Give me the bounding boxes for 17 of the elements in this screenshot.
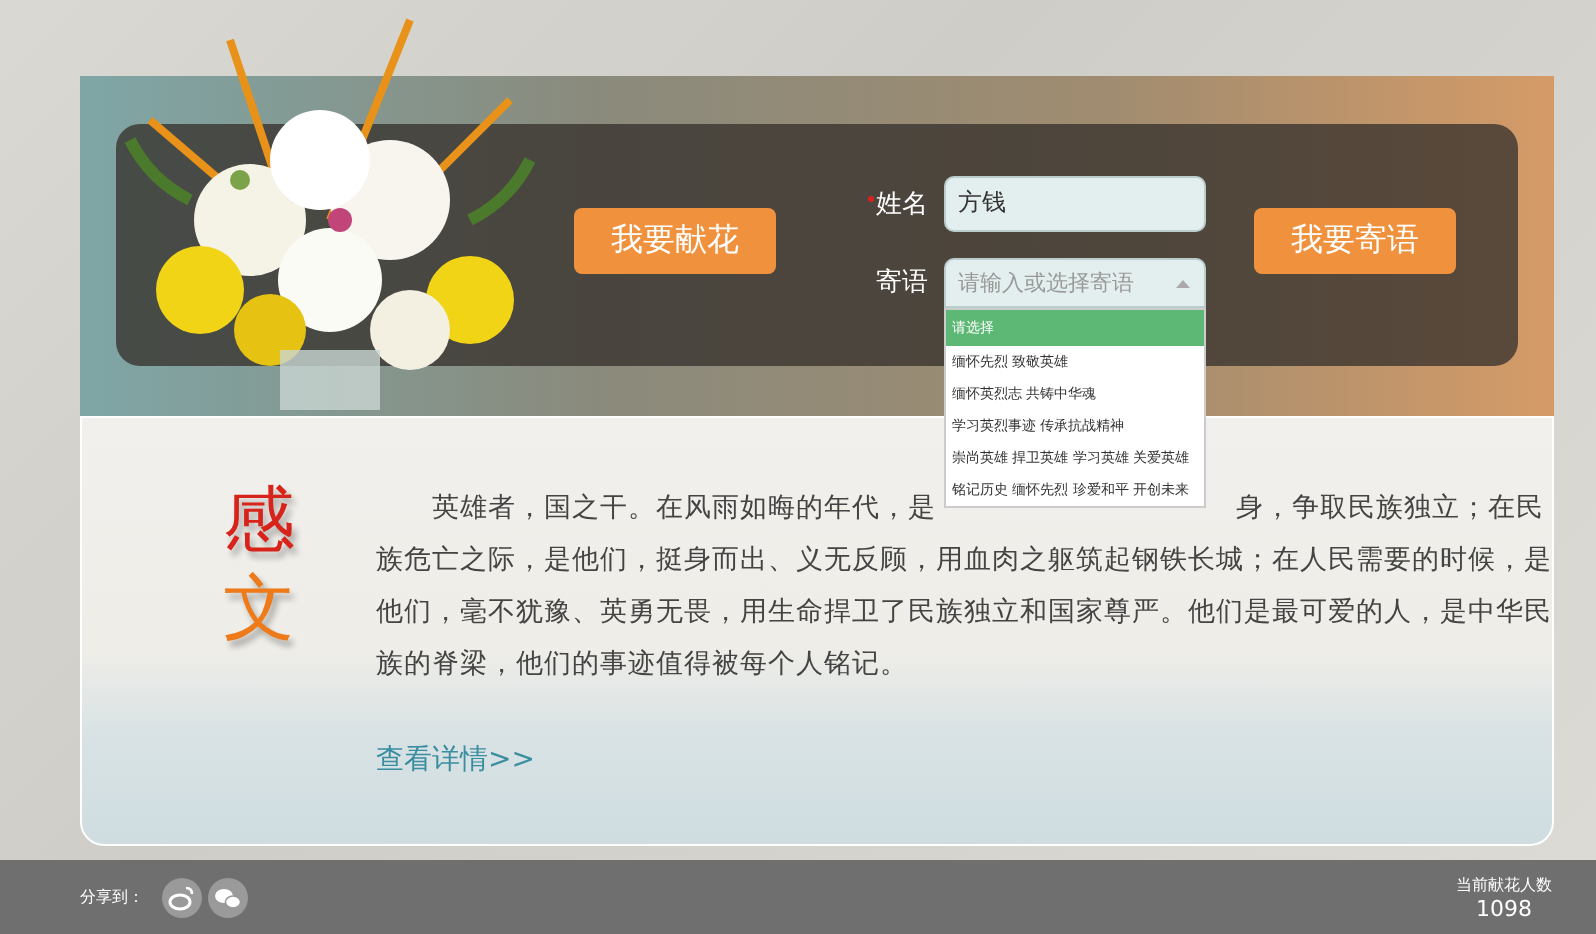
- paragraph-text: 他们，毫不犹豫、英勇无畏，用生命捍卫了民族独立和国家尊严。他们是最可爱的人，是中华民: [376, 594, 1552, 632]
- title-character: 感: [223, 478, 295, 566]
- title-character: 文: [223, 566, 295, 654]
- paragraph-text: 族的脊梁，他们的事迹值得被每个人铭记。: [376, 646, 908, 684]
- message-label: 寄语: [874, 266, 930, 300]
- counter-value: 1098: [1476, 895, 1532, 921]
- name-label: 姓名: [874, 187, 930, 221]
- counter-label: 当前献花人数: [1456, 873, 1552, 895]
- wechat-icon[interactable]: [208, 877, 248, 917]
- share-label: 分享到：: [80, 886, 144, 908]
- paragraph-text: 身，争取民族独立；在民: [1236, 490, 1544, 528]
- caret-icon: [1176, 279, 1190, 287]
- name-input[interactable]: 方钱: [944, 175, 1206, 231]
- paragraph-text: 英雄者，国之干。在风雨如晦的年代，是: [432, 490, 936, 528]
- paragraph-text: 族危亡之际，是他们，挺身而出、义无反顾，用血肉之躯筑起钢铁长城；在人民需要的时候，是: [376, 542, 1552, 580]
- message-select[interactable]: 请输入或选择寄语: [944, 257, 1206, 307]
- weibo-icon[interactable]: [162, 877, 202, 917]
